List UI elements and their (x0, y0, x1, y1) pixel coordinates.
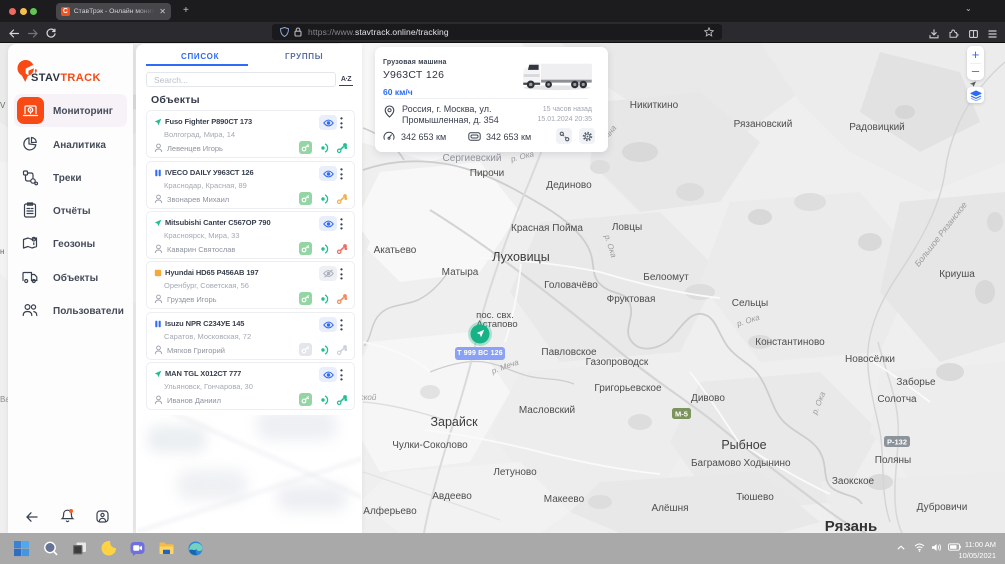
svg-text:Летуново: Летуново (493, 467, 537, 478)
svg-text:Никиткино: Никиткино (630, 100, 679, 111)
svg-text:Солотча: Солотча (877, 394, 917, 405)
svg-text:Рязановский: Рязановский (734, 119, 793, 130)
svg-text:Чулки-Соколово: Чулки-Соколово (392, 440, 468, 451)
svg-text:Дубровичи: Дубровичи (917, 501, 968, 513)
svg-text:н: н (0, 247, 4, 256)
svg-text:Заокское: Заокское (832, 476, 875, 487)
svg-text:Матыра: Матыра (442, 267, 479, 278)
svg-text:М-5: М-5 (675, 410, 688, 419)
svg-text:Луховицы: Луховицы (492, 250, 549, 264)
svg-text:V: V (0, 101, 6, 110)
svg-text:Фруктовая: Фруктовая (607, 294, 656, 305)
svg-text:Сельцы: Сельцы (732, 298, 768, 309)
svg-text:Дединово: Дединово (546, 180, 592, 191)
svg-text:Масловский: Масловский (519, 405, 575, 416)
svg-text:Р-132: Р-132 (887, 438, 907, 447)
svg-text:Григорьевское: Григорьевское (594, 383, 662, 394)
svg-text:Баграмово: Баграмово (691, 458, 742, 469)
svg-text:Заборье: Заборье (896, 376, 936, 388)
svg-text:Криуша: Криуша (939, 269, 975, 280)
svg-text:Тюшево: Тюшево (736, 492, 774, 503)
svg-text:Константиново: Константиново (755, 337, 825, 348)
svg-text:Сергиевский: Сергиевский (443, 153, 502, 164)
svg-text:Алёшня: Алёшня (651, 503, 688, 514)
svg-text:Красная Пойма: Красная Пойма (511, 223, 583, 234)
svg-text:Авдеево: Авдеево (432, 491, 472, 502)
svg-text:Ходынино: Ходынино (743, 458, 791, 469)
svg-text:ской: ской (360, 393, 377, 402)
svg-text:Рыбное: Рыбное (721, 438, 766, 452)
svg-text:Радовицкий: Радовицкий (849, 122, 904, 133)
svg-text:Ловцы: Ловцы (612, 222, 642, 233)
svg-text:Белоомут: Белоомут (643, 272, 689, 283)
svg-text:Газопроводск: Газопроводск (586, 357, 649, 368)
svg-text:Новосёлки: Новосёлки (845, 354, 895, 365)
svg-text:Зарайск: Зарайск (430, 415, 478, 429)
svg-text:Макеево: Макеево (544, 494, 585, 505)
svg-text:Акатьево: Акатьево (374, 245, 417, 256)
svg-text:Поляны: Поляны (875, 455, 912, 466)
svg-text:Пирочи: Пирочи (470, 168, 504, 179)
svg-text:Рязань: Рязань (825, 518, 877, 533)
svg-text:Алферьево: Алферьево (363, 505, 417, 517)
svg-text:Головачёво: Головачёво (544, 280, 598, 291)
svg-text:Дивово: Дивово (691, 393, 725, 404)
